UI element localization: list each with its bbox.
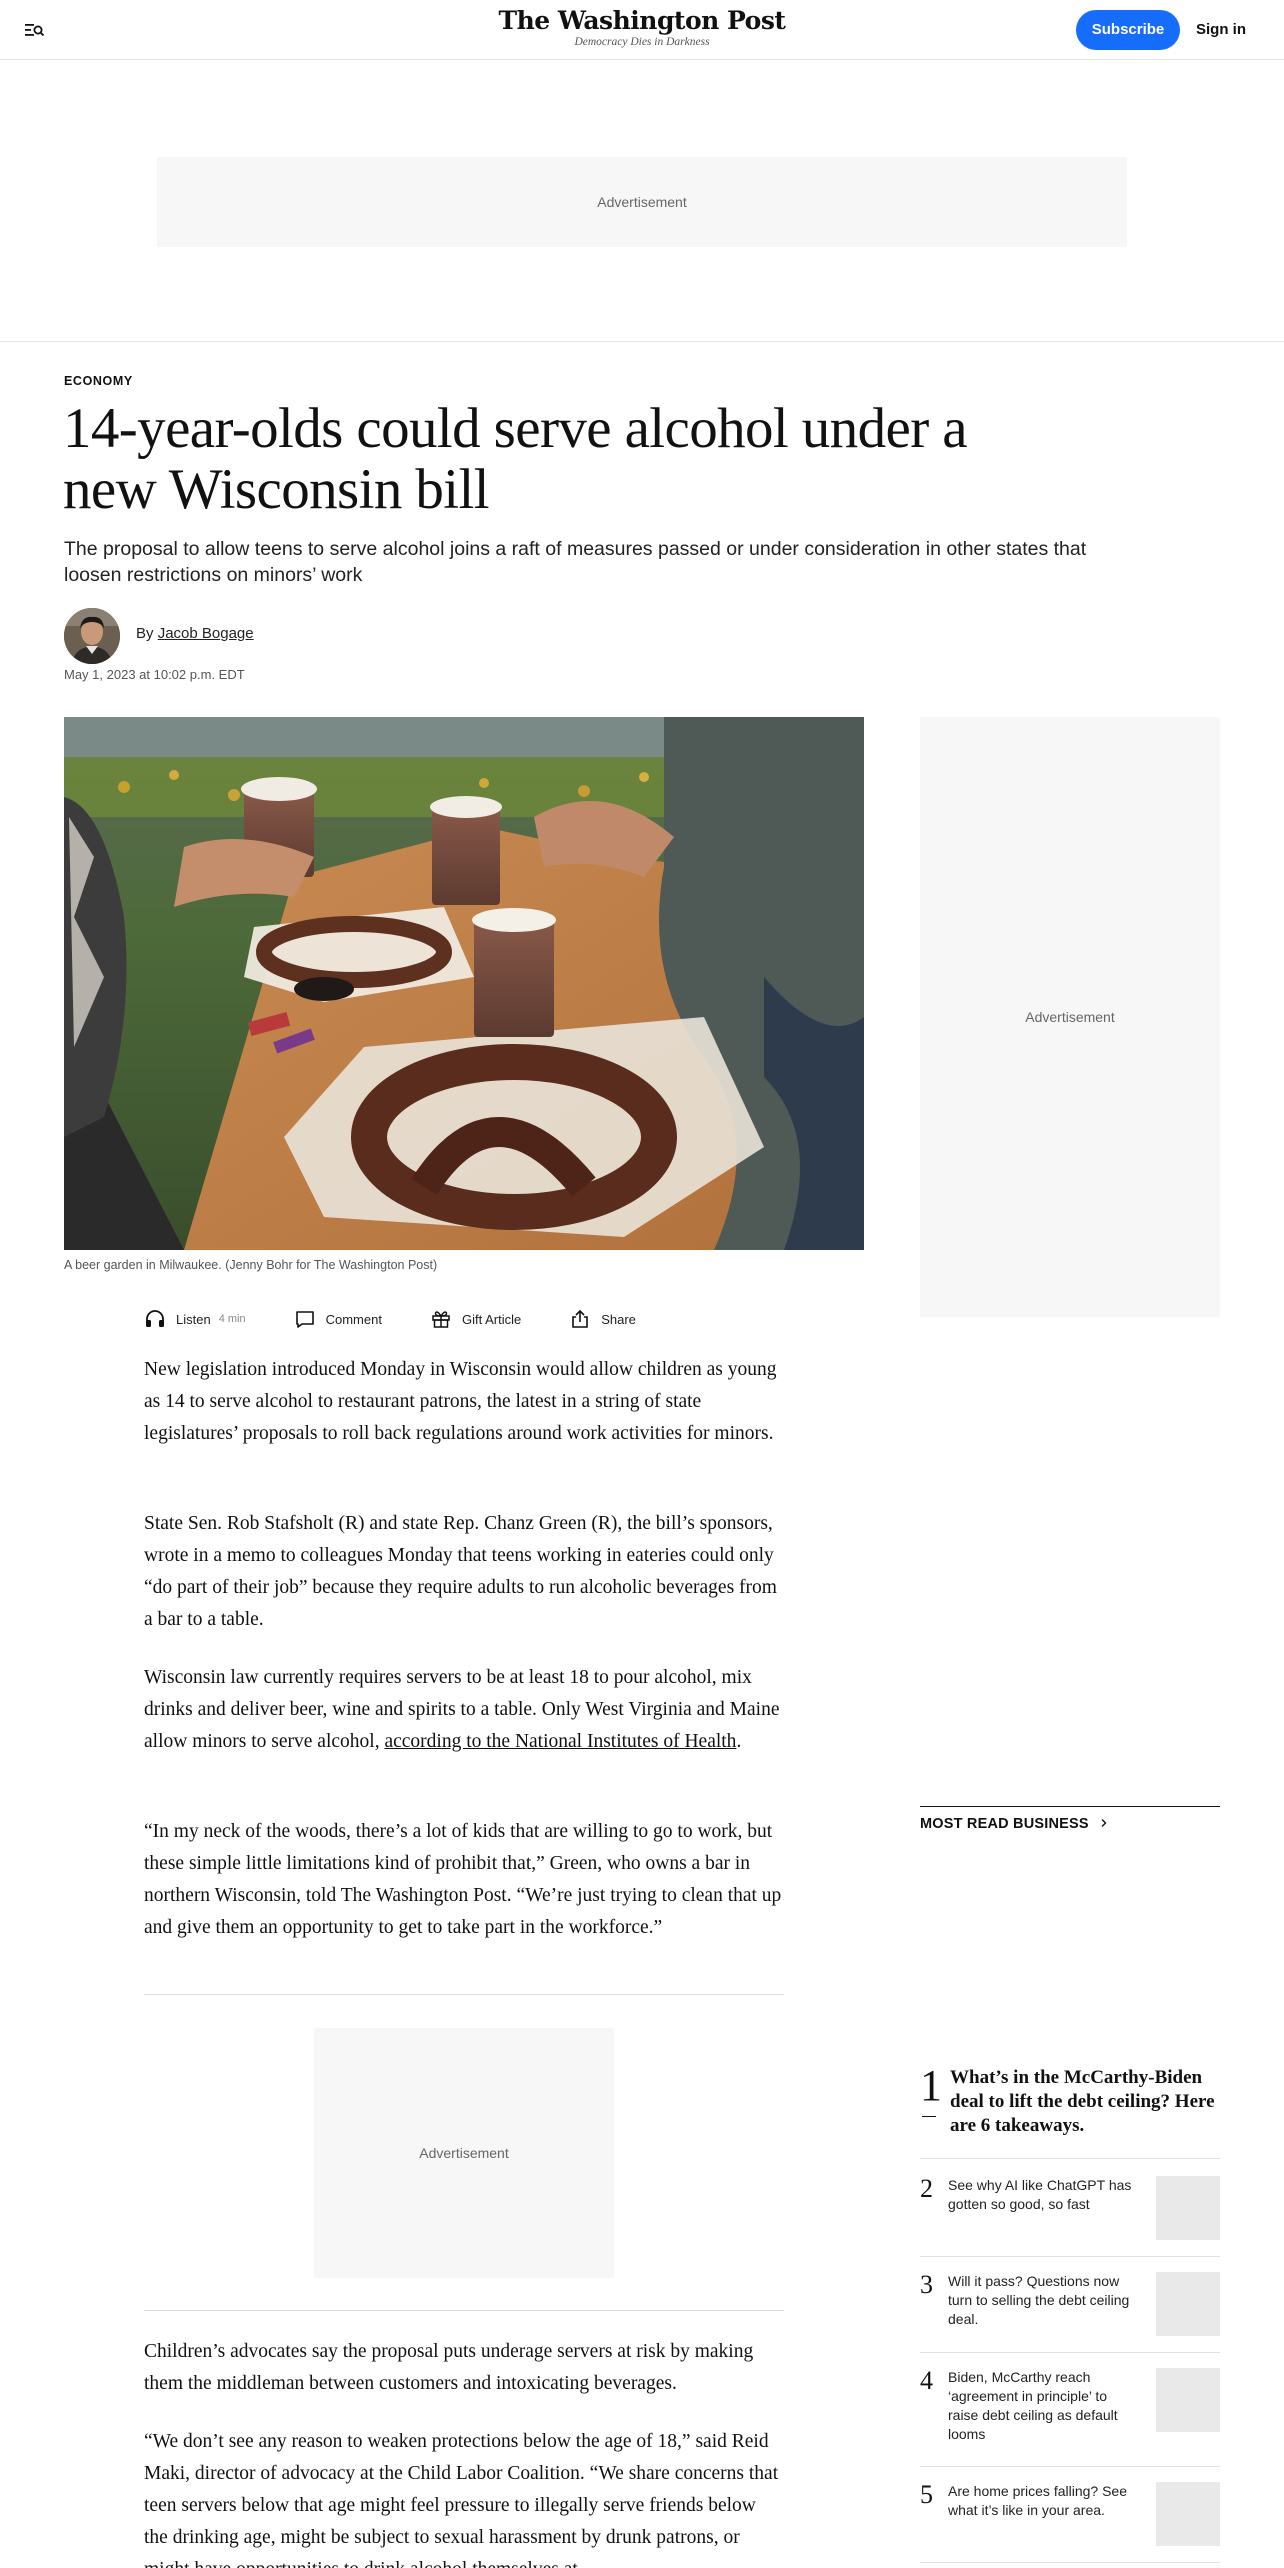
top-ad-region: Advertisement: [0, 60, 1284, 342]
article-paragraph: State Sen. Rob Stafsholt (R) and state R…: [144, 1513, 777, 1630]
most-read-thumbnail[interactable]: [1156, 2482, 1220, 2546]
rank-number: 5: [920, 2480, 933, 2509]
lead-image[interactable]: [64, 717, 864, 1250]
rank-number: 3: [920, 2270, 933, 2299]
sign-in-link[interactable]: Sign in: [1196, 10, 1246, 50]
top-advertisement[interactable]: Advertisement: [157, 157, 1127, 247]
share-icon: [572, 1309, 589, 1328]
article-paragraph: “We don’t see any reason to weaken prote…: [144, 2431, 779, 2568]
ad-divider-top: [144, 1994, 784, 1995]
byline-prefix: By: [136, 625, 154, 642]
article-paragraph: “In my neck of the woods, there’s a lot …: [144, 1821, 782, 1938]
listen-duration: 4 min: [218, 1313, 246, 1325]
most-read-rule: [920, 1806, 1220, 1807]
most-read-thumbnail[interactable]: [1156, 2368, 1220, 2432]
author-link[interactable]: Jacob Bogage: [158, 625, 254, 642]
share-label: Share: [601, 1311, 636, 1327]
image-caption: A beer garden in Milwaukee. (Jenny Bohr …: [64, 1258, 438, 1272]
ad-divider-bottom: [144, 2310, 784, 2311]
rank-number: 2: [920, 2174, 933, 2203]
article-headline: 14-year-olds could serve alcohol under a…: [63, 397, 968, 521]
most-read-headline[interactable]: Biden, McCarthy reach ‘agreement in prin…: [948, 2368, 1138, 2444]
article-paragraph: Wisconsin law currently requires servers…: [144, 1662, 784, 1758]
gift-article-button[interactable]: Gift Article: [430, 1306, 521, 1332]
most-read-thumbnail[interactable]: [1156, 2272, 1220, 2336]
most-read-separator: [920, 2256, 1220, 2257]
article-paragraph: New legislation introduced Monday in Wis…: [144, 1359, 777, 1444]
most-read-separator: [920, 2466, 1220, 2467]
gift-icon: [432, 1311, 450, 1328]
rank-number: 4: [920, 2366, 933, 2395]
section-kicker[interactable]: ECONOMY: [64, 374, 133, 388]
most-read-title: MOST READ BUSINESS: [920, 1816, 1089, 1832]
article-paragraph: Children’s advocates say the proposal pu…: [144, 2341, 754, 2394]
paragraph-text: .: [736, 1731, 742, 1752]
nih-link[interactable]: according to the National Institutes of …: [384, 1731, 736, 1752]
gift-label: Gift Article: [461, 1311, 522, 1327]
most-read-item-3[interactable]: 3 Will it pass? Questions now turn to se…: [920, 2272, 1220, 2336]
comment-button[interactable]: Comment: [294, 1306, 382, 1332]
comment-icon: [295, 1311, 314, 1328]
site-header: The Washington Post Democracy Dies in Da…: [0, 0, 1284, 60]
most-read-thumbnail[interactable]: [1156, 2176, 1220, 2240]
most-read-separator: [920, 2158, 1220, 2159]
most-read-item-2[interactable]: 2 See why AI like ChatGPT has gotten so …: [920, 2176, 1220, 2240]
chevron-right-icon: [1101, 1819, 1107, 1827]
most-read-headline[interactable]: Will it pass? Questions now turn to sell…: [948, 2272, 1138, 2329]
most-read-item-4[interactable]: 4 Biden, McCarthy reach ‘agreement in pr…: [920, 2366, 1220, 2442]
most-read-header[interactable]: MOST READ BUSINESS: [920, 1816, 1109, 1832]
publish-date: May 1, 2023 at 10:02 p.m. EDT: [64, 667, 245, 682]
listen-label: Listen: [176, 1311, 211, 1327]
most-read-item-5[interactable]: 5 Are home prices falling? See what it’s…: [920, 2482, 1220, 2546]
most-read-separator: [920, 2352, 1220, 2353]
subscribe-button[interactable]: Subscribe: [1076, 10, 1180, 50]
inline-advertisement[interactable]: Advertisement: [314, 2028, 614, 2278]
article-dek: The proposal to allow teens to serve alc…: [64, 538, 1087, 586]
rail-advertisement[interactable]: Advertisement: [920, 717, 1220, 1317]
share-button[interactable]: Share: [569, 1306, 636, 1332]
byline: By Jacob Bogage: [136, 625, 254, 642]
rank-number: 1: [920, 2061, 942, 2117]
most-read-separator: [920, 2562, 1220, 2563]
most-read-headline[interactable]: See why AI like ChatGPT has gotten so go…: [948, 2176, 1138, 2214]
author-avatar[interactable]: [64, 608, 120, 664]
article-action-bar: Listen 4 min Comment Gift Article Share: [144, 1306, 684, 1332]
listen-button[interactable]: Listen 4 min: [144, 1306, 246, 1332]
headphones-icon: [146, 1310, 164, 1327]
most-read-headline[interactable]: What’s in the McCarthy-Biden deal to lif…: [950, 2066, 1220, 2138]
comment-label: Comment: [325, 1311, 382, 1327]
most-read-headline[interactable]: Are home prices falling? See what it’s l…: [948, 2482, 1138, 2520]
